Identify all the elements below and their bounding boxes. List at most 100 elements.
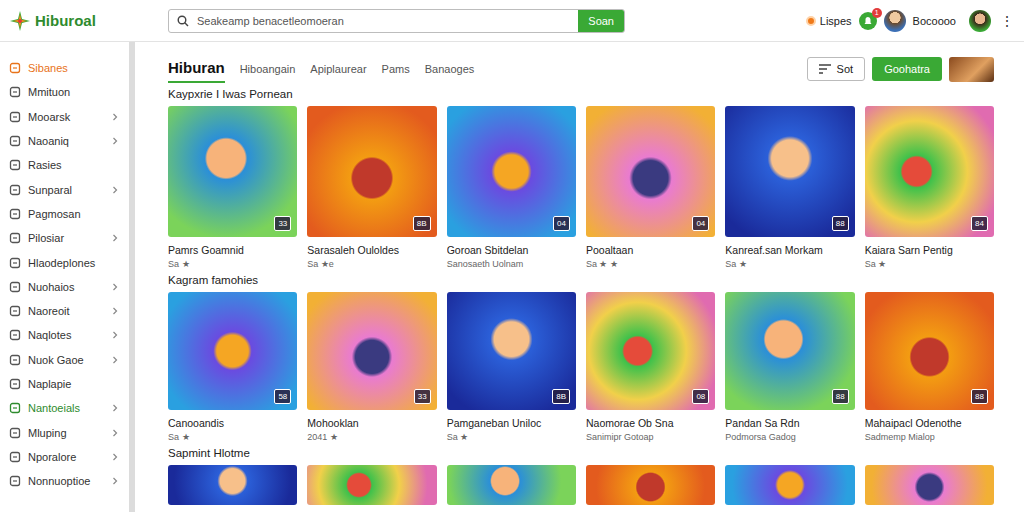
search-input[interactable] — [195, 14, 578, 28]
avatar-icon[interactable] — [884, 10, 906, 32]
tab[interactable]: Hiboangain — [240, 59, 296, 83]
tab[interactable]: Hiburan — [168, 55, 225, 83]
sidebar-label: Hlaodeplones — [28, 257, 119, 269]
game-card[interactable]: 88Pandan Sa RdnPodmorsa Gadog — [725, 292, 854, 442]
card-badge: 88 — [971, 389, 988, 404]
card-title: Pandan Sa Rdn — [725, 417, 854, 429]
menu-item-icon — [9, 329, 21, 341]
tab[interactable]: Pams — [382, 59, 410, 83]
sidebar-item[interactable]: Rasies — [0, 153, 129, 177]
notification-button[interactable]: 1 — [859, 12, 877, 30]
game-image: 88 — [725, 292, 854, 410]
game-card[interactable] — [865, 465, 994, 505]
magnifier-icon — [177, 15, 189, 27]
header-actions: SotGoohatra — [807, 57, 994, 82]
card-title: Canooandis — [168, 417, 297, 429]
game-card[interactable]: 8BPamganeban UnilocSa ★ — [447, 292, 576, 442]
game-card[interactable]: 58CanooandisSa ★ — [168, 292, 297, 442]
card-badge: 04 — [553, 216, 570, 231]
body: SibanesMmituonMooarskNaoaniqRasiesSunpar… — [0, 42, 1024, 512]
card-row: 33Pamrs GoamnidSa ★8BSarasaleh OuloldesS… — [168, 106, 994, 269]
card-title: Mohooklan — [307, 417, 436, 429]
user-area: Lispes 1 Bocoooo ⋮ — [806, 10, 1024, 32]
card-subtitle: Sa ★e — [307, 259, 436, 269]
game-image — [865, 465, 994, 505]
sort-button[interactable]: Sot — [807, 57, 866, 81]
menu-item-icon — [9, 305, 21, 317]
sidebar-label: Naplapie — [28, 378, 119, 390]
card-title: Naomorae Ob Sna — [586, 417, 715, 429]
game-card[interactable]: 08Naomorae Ob SnaSanimipr Gotoap — [586, 292, 715, 442]
search-bar[interactable]: Soan — [168, 9, 625, 33]
card-subtitle: Sa ★ — [168, 259, 297, 269]
tab[interactable]: Apiplaurear — [310, 59, 366, 83]
content-section: Kaypxrie I Iwas Pornean33Pamrs GoamnidSa… — [168, 88, 994, 269]
card-subtitle: Sadmemp Mialop — [865, 432, 994, 442]
sidebar-item[interactable]: Mluping — [0, 420, 129, 444]
sidebar-label: Naoreoit — [28, 305, 104, 317]
sidebar-item[interactable]: Naoreoit — [0, 299, 129, 323]
card-row: 58CanooandisSa ★33Mohooklan2041 ★8BPamga… — [168, 292, 994, 442]
sidebar: SibanesMmituonMooarskNaoaniqRasiesSunpar… — [0, 42, 135, 512]
game-card[interactable] — [586, 465, 715, 505]
user-name[interactable]: Bocoooo — [913, 15, 956, 27]
game-card[interactable]: 33 Pamrs Goamnid Sa ★ — [168, 106, 297, 269]
game-image: 58 — [168, 292, 297, 410]
primary-button[interactable]: Goohatra — [872, 57, 942, 81]
game-card[interactable]: 88Kanreaf.san MorkamSa ★ — [725, 106, 854, 269]
sidebar-item[interactable]: Mooarsk — [0, 105, 129, 129]
chevron-right-icon — [111, 307, 119, 315]
game-card[interactable]: 88 Mahaipacl Odenothe Sadmemp Mialop — [865, 292, 994, 442]
tab-bar: Hiburan Hiboangain Apiplaurear Pams Banaoges — [168, 55, 474, 83]
game-image: 33 — [168, 106, 297, 237]
card-badge: 04 — [692, 216, 709, 231]
sidebar-item[interactable]: Naplapie — [0, 372, 129, 396]
status-dot-icon — [806, 16, 816, 26]
card-badge: 33 — [414, 389, 431, 404]
game-card[interactable] — [307, 465, 436, 505]
card-title: Sarasaleh Ouloldes — [307, 244, 436, 256]
profile-avatar-icon[interactable] — [969, 10, 991, 32]
more-menu-button[interactable]: ⋮ — [998, 13, 1016, 29]
game-card[interactable]: 33Mohooklan2041 ★ — [307, 292, 436, 442]
sidebar-item[interactable]: Nuok Gaoe — [0, 348, 129, 372]
card-badge: 84 — [971, 216, 988, 231]
game-card[interactable] — [447, 465, 576, 505]
game-card[interactable]: 04Goroan SbitdelanSanosaeth Uolnam — [447, 106, 576, 269]
sidebar-item[interactable]: Hlaodeplones — [0, 250, 129, 274]
sidebar-item[interactable]: Nuohaios — [0, 275, 129, 299]
sidebar-item[interactable]: Naoaniq — [0, 129, 129, 153]
menu-item-icon — [9, 402, 21, 414]
card-subtitle: Sanosaeth Uolnam — [447, 259, 576, 269]
logo[interactable]: Hiburoal — [0, 10, 168, 32]
sidebar-item[interactable]: Nporalore — [0, 445, 129, 469]
game-card[interactable]: 04PooaltaanSa ★ ★ — [586, 106, 715, 269]
game-card[interactable]: 8BSarasaleh OuloldesSa ★e — [307, 106, 436, 269]
card-badge: 08 — [692, 389, 709, 404]
sidebar-label: Pilosiar — [28, 232, 104, 244]
sidebar-label: Nantoeials — [28, 402, 104, 414]
tab[interactable]: Banaoges — [425, 59, 475, 83]
sidebar-item[interactable]: Mmituon — [0, 80, 129, 104]
sidebar-item[interactable]: Nonnuoptioe — [0, 469, 129, 493]
game-image: 33 — [307, 292, 436, 410]
game-card[interactable] — [168, 465, 297, 505]
featured-thumbnail[interactable] — [949, 57, 994, 82]
status-indicator[interactable]: Lispes — [806, 15, 852, 27]
card-title: Mahaipacl Odenothe — [865, 417, 994, 429]
game-image — [168, 465, 297, 505]
chevron-right-icon — [111, 404, 119, 412]
header-row: Hiburan Hiboangain Apiplaurear Pams Banaoges… — [168, 55, 994, 83]
sidebar-item[interactable]: Sibanes — [0, 56, 129, 80]
sidebar-item[interactable]: Pilosiar — [0, 226, 129, 250]
sidebar-item[interactable]: Nantoeials — [0, 396, 129, 420]
sidebar-item[interactable]: Sunparal — [0, 177, 129, 201]
card-title: Pamrs Goamnid — [168, 244, 297, 256]
sidebar-item[interactable]: Naqlotes — [0, 323, 129, 347]
card-subtitle: Sa ★ — [447, 432, 576, 442]
sidebar-item[interactable]: Pagmosan — [0, 202, 129, 226]
search-button[interactable]: Soan — [578, 10, 624, 32]
game-card[interactable] — [725, 465, 854, 505]
menu-item-icon — [9, 475, 21, 487]
game-card[interactable]: 84Kaiara Sarn PentigSa ★ — [865, 106, 994, 269]
